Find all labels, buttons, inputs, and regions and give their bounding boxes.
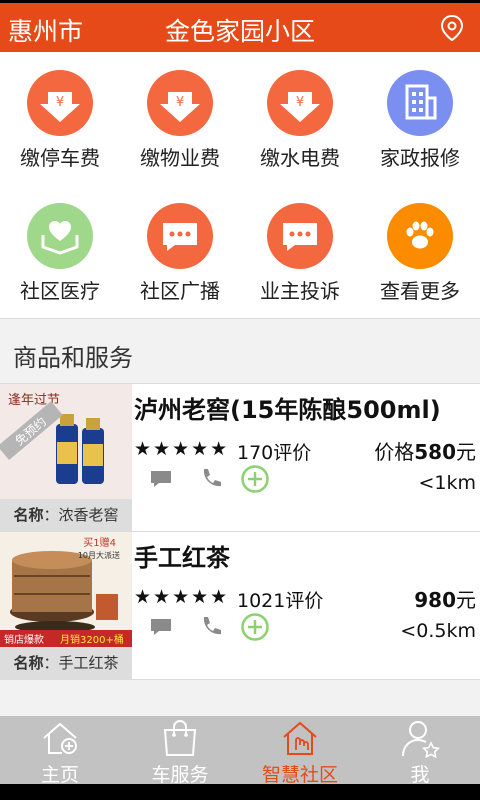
service-parking-fee[interactable]: ¥ 缴停车费 (0, 52, 120, 185)
product-title[interactable]: 泸州老窖(15年陈酿500ml) (134, 390, 441, 425)
product-price: 价格580元 (374, 436, 476, 465)
product-thumbnail[interactable]: 买1赠4 10月大派送 销店爆款 月销3200+桶 名称：手工红茶 (0, 532, 132, 679)
product-price: 980元 (414, 584, 476, 613)
product-thumbnail[interactable]: 逢年过节 礼 免预约 名称：浓香老窖 (0, 384, 132, 531)
heart-hands-icon (27, 203, 93, 269)
product-card[interactable]: 买1赠4 10月大派送 销店爆款 月销3200+桶 名称：手工红茶 手工红茶 ★… (0, 532, 480, 679)
tab-car-service[interactable]: 车服务 (120, 716, 240, 786)
distance: <0.5km (400, 620, 476, 642)
navigation-strip (0, 784, 480, 800)
service-community-broadcast[interactable]: 社区广播 (120, 185, 240, 318)
product-card[interactable]: 逢年过节 礼 免预约 名称：浓香老窖 泸州老窖(15年陈酿500ml) ★★★★… (0, 384, 480, 531)
price-value: 580 (414, 440, 456, 464)
price-unit: 元 (456, 440, 476, 464)
phone-icon[interactable] (198, 614, 224, 644)
price-unit: 元 (456, 588, 476, 612)
review-count: 1021评价 (237, 590, 324, 612)
yen-payment-icon: ¥ (267, 70, 333, 136)
product-name-bar: 名称：手工红茶 (0, 647, 132, 679)
service-label: 社区医疗 (20, 279, 100, 303)
service-community-medical[interactable]: 社区医疗 (0, 185, 120, 318)
name-value: ：浓香老窖 (43, 506, 119, 524)
thumb-badge: 销店爆款 (4, 633, 44, 646)
yen-payment-icon: ¥ (27, 70, 93, 136)
price-value: 980 (414, 588, 456, 612)
service-label: 业主投诉 (260, 279, 340, 303)
bottom-tab-bar: 主页 车服务 智慧社区 我 (0, 716, 480, 786)
section-title: 商品和服务 (13, 344, 133, 372)
divider (0, 679, 480, 680)
service-grid: ¥ 缴停车费 ¥ 缴物业费 ¥ 缴水电费 家政报修 社区医疗 社区广播 业主投诉… (0, 52, 480, 318)
add-icon[interactable] (240, 612, 270, 646)
service-label: 家政报修 (380, 146, 460, 170)
location-pin-icon[interactable] (440, 14, 464, 42)
service-owner-complaint[interactable]: 业主投诉 (240, 185, 360, 318)
price-prefix: 价格 (374, 440, 415, 464)
svg-text:¥: ¥ (56, 95, 64, 110)
svg-text:¥: ¥ (296, 95, 304, 110)
thumb-text: 10月大派送 (78, 550, 120, 560)
phone-icon[interactable] (198, 466, 224, 496)
paw-icon (387, 203, 453, 269)
service-label: 缴停车费 (20, 146, 100, 170)
smart-home-icon (280, 718, 320, 758)
service-label: 查看更多 (380, 279, 460, 303)
home-add-icon (40, 718, 80, 758)
rating-stars: ★★★★★ (134, 586, 230, 608)
user-star-icon (400, 718, 441, 759)
service-label: 社区广播 (140, 279, 220, 303)
product-title[interactable]: 手工红茶 (134, 538, 230, 573)
service-property-fee[interactable]: ¥ 缴物业费 (120, 52, 240, 185)
distance: <1km (418, 472, 476, 494)
service-housekeeping-repair[interactable]: 家政报修 (360, 52, 480, 185)
tab-me[interactable]: 我 (360, 716, 480, 786)
building-icon (387, 70, 453, 136)
name-value: ：手工红茶 (43, 654, 119, 672)
tab-label: 车服务 (151, 764, 209, 786)
header-bar: 惠州市 金色家园小区 (0, 3, 480, 52)
app-screen: 惠州市 金色家园小区 ¥ 缴停车费 ¥ 缴物业费 ¥ 缴水电费 家政报修 社区医… (0, 0, 480, 800)
thumb-text: 买1赠4 (83, 536, 116, 549)
service-label: 缴物业费 (140, 146, 220, 170)
tab-label: 我 (410, 764, 430, 786)
add-icon[interactable] (240, 464, 270, 498)
tab-smart-community[interactable]: 智慧社区 (240, 716, 360, 786)
product-name-bar: 名称：浓香老窖 (0, 499, 132, 531)
community-title: 金色家园小区 (164, 17, 315, 46)
service-view-more[interactable]: 查看更多 (360, 185, 480, 318)
svg-text:¥: ¥ (176, 95, 184, 110)
shopping-bag-icon (160, 718, 200, 758)
thumb-sales: 月销3200+桶 (60, 633, 124, 646)
message-icon[interactable] (148, 466, 174, 496)
chat-bubble-icon (267, 203, 333, 269)
name-label: 名称 (13, 654, 44, 672)
name-label: 名称 (13, 506, 44, 524)
tab-label: 智慧社区 (261, 764, 338, 786)
tab-label: 主页 (40, 764, 79, 786)
rating-stars: ★★★★★ (134, 438, 230, 460)
tab-home[interactable]: 主页 (0, 716, 120, 786)
review-count: 170评价 (237, 442, 312, 464)
message-icon[interactable] (148, 614, 174, 644)
service-utility-fee[interactable]: ¥ 缴水电费 (240, 52, 360, 185)
service-label: 缴水电费 (260, 146, 340, 170)
divider (0, 318, 480, 319)
yen-payment-icon: ¥ (147, 70, 213, 136)
chat-bubble-icon (147, 203, 213, 269)
